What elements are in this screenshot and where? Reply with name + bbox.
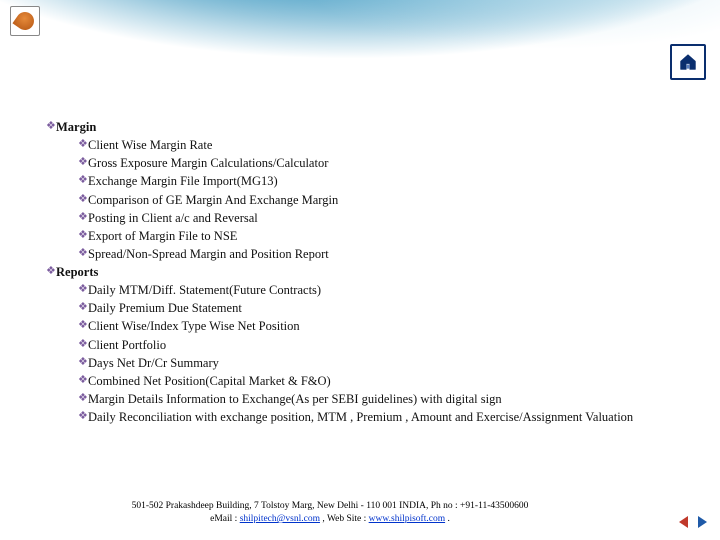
- section-title: Margin: [56, 118, 700, 136]
- triangle-left-icon: [676, 514, 692, 530]
- section-heading-reports: ❖ Reports: [46, 263, 700, 281]
- list-item: ❖Spread/Non-Spread Margin and Position R…: [78, 245, 700, 263]
- bullet-diamond-icon: ❖: [78, 317, 88, 334]
- list-item: ❖Daily Premium Due Statement: [78, 299, 700, 317]
- header-wave-graphic: [0, 0, 720, 60]
- list-item: ❖Exchange Margin File Import(MG13): [78, 172, 700, 190]
- bullet-diamond-icon: ❖: [78, 172, 88, 189]
- footer-address: 501-502 Prakashdeep Building, 7 Tolstoy …: [0, 500, 660, 513]
- bullet-diamond-icon: ❖: [78, 191, 88, 208]
- list-item: ❖Client Wise Margin Rate: [78, 136, 700, 154]
- bullet-diamond-icon: ❖: [78, 299, 88, 316]
- list-item: ❖Margin Details Information to Exchange(…: [78, 390, 700, 408]
- header-wave-graphic: [80, 0, 720, 40]
- bullet-diamond-icon: ❖: [78, 336, 88, 353]
- bullet-diamond-icon: ❖: [78, 136, 88, 153]
- list-item: ❖Comparison of GE Margin And Exchange Ma…: [78, 191, 700, 209]
- list-item: ❖Gross Exposure Margin Calculations/Calc…: [78, 154, 700, 172]
- list-item: ❖Days Net Dr/Cr Summary: [78, 354, 700, 372]
- home-icon: [678, 52, 698, 72]
- footer: 501-502 Prakashdeep Building, 7 Tolstoy …: [0, 500, 660, 526]
- bullet-diamond-icon: ❖: [46, 118, 56, 135]
- next-slide-button[interactable]: [694, 514, 710, 530]
- home-button[interactable]: [670, 44, 706, 80]
- footer-email-link[interactable]: shilpitech@vsnl.com: [240, 514, 320, 524]
- bullet-diamond-icon: ❖: [78, 245, 88, 262]
- section-heading-margin: ❖ Margin: [46, 118, 700, 136]
- list-item: ❖Combined Net Position(Capital Market & …: [78, 372, 700, 390]
- footer-email-label: eMail :: [210, 514, 240, 524]
- content-body: ❖ Margin ❖Client Wise Margin Rate ❖Gross…: [46, 118, 700, 426]
- header-wave-graphic: [300, 0, 720, 50]
- company-logo: [10, 6, 40, 36]
- bullet-diamond-icon: ❖: [78, 372, 88, 389]
- bullet-diamond-icon: ❖: [78, 390, 88, 407]
- list-item: ❖Client Wise/Index Type Wise Net Positio…: [78, 317, 700, 335]
- slide-nav: [676, 514, 710, 530]
- list-item: ❖Posting in Client a/c and Reversal: [78, 209, 700, 227]
- list-item: ❖Daily Reconciliation with exchange posi…: [78, 408, 700, 426]
- bullet-diamond-icon: ❖: [78, 154, 88, 171]
- bullet-diamond-icon: ❖: [78, 354, 88, 371]
- list-item: ❖Daily MTM/Diff. Statement(Future Contra…: [78, 281, 700, 299]
- bullet-diamond-icon: ❖: [46, 263, 56, 280]
- bullet-diamond-icon: ❖: [78, 408, 88, 425]
- bullet-diamond-icon: ❖: [78, 227, 88, 244]
- footer-website-link[interactable]: www.shilpisoft.com: [369, 514, 445, 524]
- footer-contact-line: eMail : shilpitech@vsnl.com , Web Site :…: [0, 513, 660, 526]
- bullet-diamond-icon: ❖: [78, 209, 88, 226]
- list-item: ❖Export of Margin File to NSE: [78, 227, 700, 245]
- list-item: ❖Client Portfolio: [78, 336, 700, 354]
- triangle-right-icon: [694, 514, 710, 530]
- section-title: Reports: [56, 263, 700, 281]
- prev-slide-button[interactable]: [676, 514, 692, 530]
- footer-website-label: Web Site :: [327, 514, 369, 524]
- bullet-diamond-icon: ❖: [78, 281, 88, 298]
